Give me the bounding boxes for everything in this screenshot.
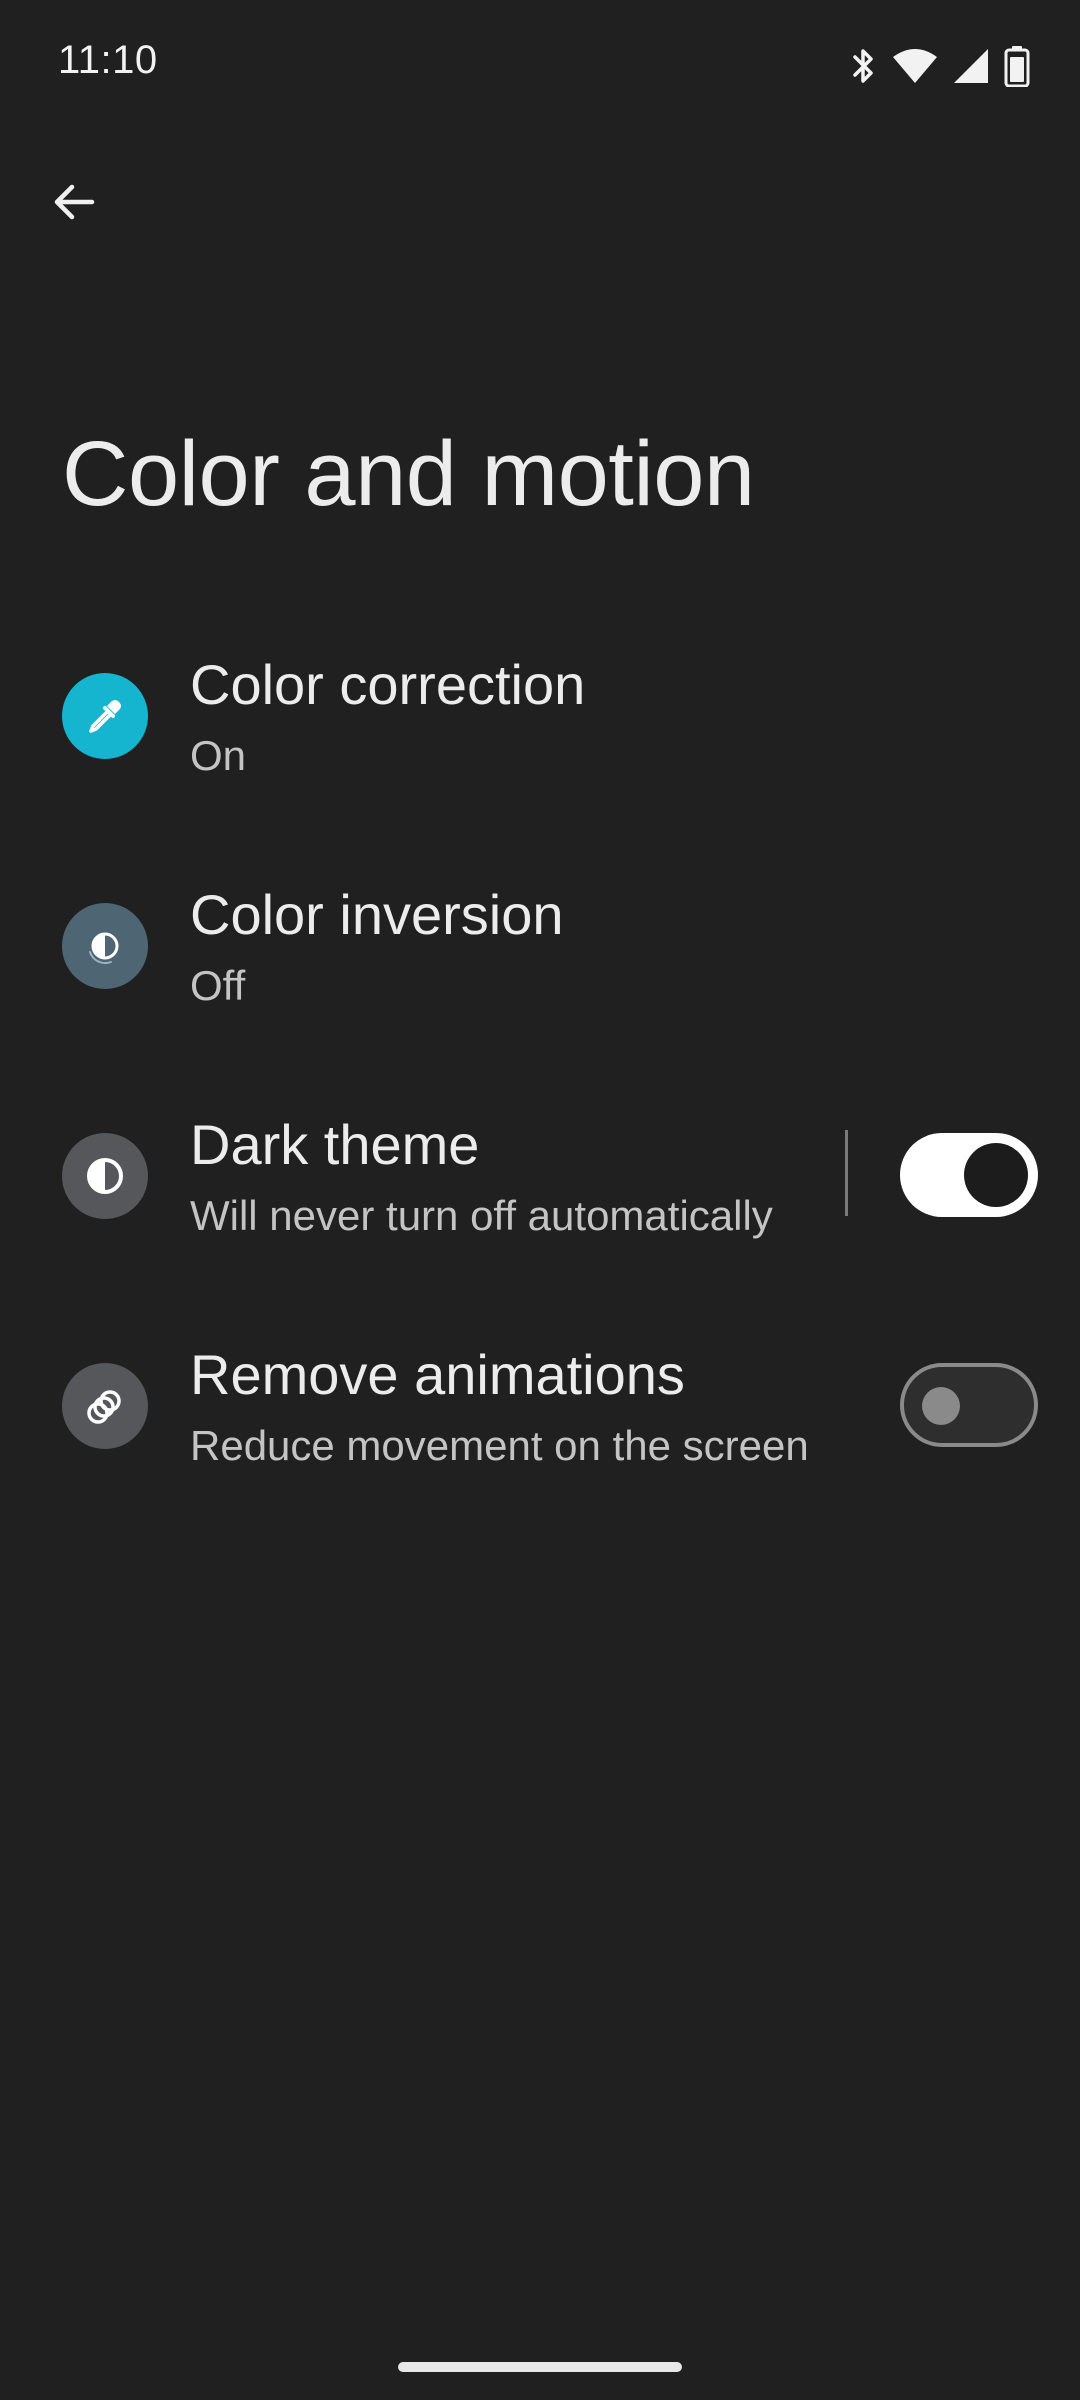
eyedropper-icon — [62, 673, 148, 759]
color-inversion-icon — [62, 903, 148, 989]
remove-animations-icon — [62, 1363, 148, 1449]
status-icons — [850, 44, 1030, 88]
bluetooth-icon — [850, 46, 878, 86]
setting-summary: Will never turn off automatically — [190, 1192, 773, 1239]
settings-list: Color correction On Color inversion Off — [0, 620, 1080, 1540]
remove-animations-toggle[interactable] — [900, 1363, 1038, 1447]
setting-title: Dark theme — [190, 1113, 480, 1176]
cell-signal-icon — [952, 47, 990, 85]
arrow-back-icon — [50, 178, 98, 231]
setting-remove-animations[interactable]: Remove animations Reduce movement on the… — [0, 1310, 1080, 1540]
setting-summary: Reduce movement on the screen — [190, 1422, 809, 1469]
setting-title: Color correction — [190, 653, 586, 716]
status-time: 11:10 — [58, 38, 158, 82]
toggle-thumb — [922, 1387, 960, 1425]
wifi-icon — [892, 47, 938, 85]
setting-title: Remove animations — [190, 1343, 685, 1406]
setting-color-inversion[interactable]: Color inversion Off — [0, 850, 1080, 1080]
gesture-navigation-bar[interactable] — [398, 2362, 682, 2372]
setting-color-correction[interactable]: Color correction On — [0, 620, 1080, 850]
toggle-thumb — [964, 1143, 1028, 1207]
setting-dark-theme[interactable]: Dark theme Will never turn off automatic… — [0, 1080, 1080, 1310]
setting-summary: Off — [190, 962, 246, 1009]
back-button[interactable] — [36, 166, 112, 242]
screen: 11:10 Color and motion Color correction … — [0, 0, 1080, 2400]
divider — [845, 1130, 848, 1216]
setting-title: Color inversion — [190, 883, 564, 946]
setting-summary: On — [190, 732, 247, 779]
battery-icon — [1004, 45, 1030, 87]
page-title: Color and motion — [62, 423, 755, 525]
status-bar: 11:10 — [0, 0, 1080, 130]
dark-theme-icon — [62, 1133, 148, 1219]
dark-theme-toggle[interactable] — [900, 1133, 1038, 1217]
